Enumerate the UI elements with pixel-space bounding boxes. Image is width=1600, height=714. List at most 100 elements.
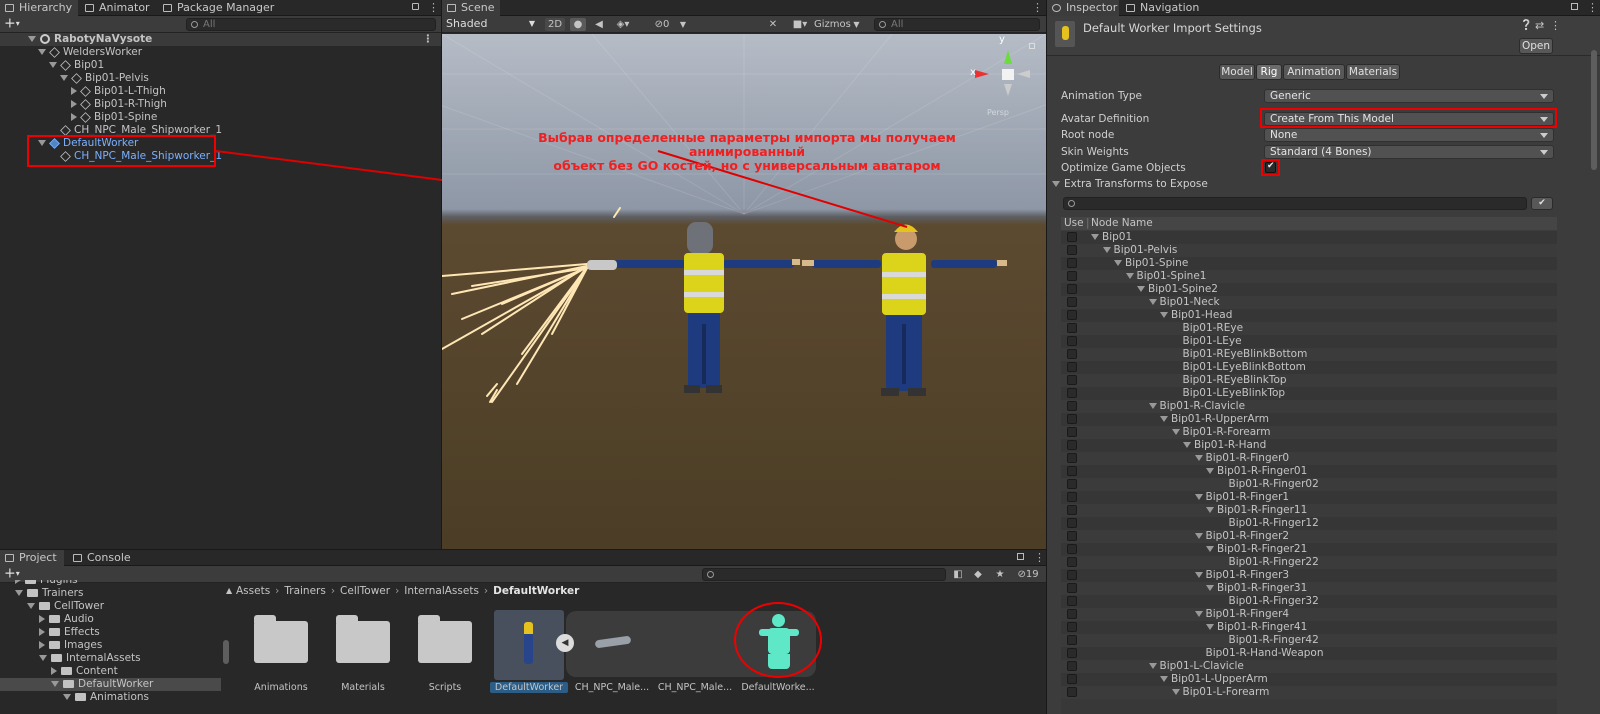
tab-model[interactable]: Model bbox=[1219, 64, 1255, 80]
collapsed-arrow-icon[interactable] bbox=[39, 641, 45, 649]
hidden-packages-toggle[interactable]: ⊘19 bbox=[1012, 568, 1044, 581]
effects-toggle-icon[interactable]: ◈▾ bbox=[612, 18, 634, 31]
hierarchy-row[interactable]: CH_NPC_Male_Shipworker_1 bbox=[0, 124, 441, 137]
scene-lock-icon[interactable] bbox=[1029, 43, 1035, 49]
asset-item[interactable]: DefaultWorker bbox=[490, 606, 574, 714]
folder-tree-item[interactable]: DefaultWorker bbox=[0, 678, 221, 691]
expand-arrow-icon[interactable] bbox=[60, 75, 68, 81]
use-checkbox[interactable] bbox=[1067, 401, 1077, 411]
breadcrumb-item[interactable]: InternalAssets bbox=[404, 585, 479, 597]
use-checkbox[interactable] bbox=[1067, 609, 1077, 619]
use-checkbox[interactable] bbox=[1067, 635, 1077, 645]
folder-tree-item[interactable]: CellTower bbox=[0, 600, 221, 613]
help-icon[interactable]: ❔ bbox=[1520, 20, 1532, 31]
shading-mode-dropdown[interactable]: Shaded ▼ bbox=[442, 16, 539, 32]
node-expand-arrow-icon[interactable] bbox=[1102, 247, 1111, 253]
breadcrumb-item[interactable]: CellTower bbox=[340, 585, 390, 597]
node-expand-arrow-icon[interactable] bbox=[1194, 494, 1203, 500]
node-expand-arrow-icon[interactable] bbox=[1206, 546, 1214, 552]
folder-tree-item[interactable]: Plugins bbox=[0, 580, 221, 587]
audio-toggle-icon[interactable]: ◀ bbox=[592, 18, 606, 31]
node-expand-arrow-icon[interactable] bbox=[1148, 663, 1157, 669]
use-checkbox[interactable] bbox=[1067, 544, 1077, 554]
use-checkbox[interactable] bbox=[1067, 336, 1077, 346]
use-checkbox[interactable] bbox=[1067, 674, 1077, 684]
animation-type-dropdown[interactable]: Generic bbox=[1264, 89, 1554, 103]
header-menu-icon[interactable]: ⋮ bbox=[1550, 19, 1561, 32]
project-lock-icon[interactable] bbox=[1017, 553, 1024, 560]
more-options-icon[interactable]: ⋮ bbox=[428, 1, 439, 14]
tab-navigation[interactable]: Navigation bbox=[1121, 0, 1207, 16]
lighting-toggle-icon[interactable]: ● bbox=[570, 18, 586, 31]
use-checkbox[interactable] bbox=[1067, 687, 1077, 697]
visibility-toggle[interactable]: ⊘0 bbox=[649, 18, 675, 31]
asset-item[interactable]: CH_NPC_Male... bbox=[575, 606, 657, 714]
node-expand-arrow-icon[interactable] bbox=[1206, 468, 1214, 474]
expand-arrow-icon[interactable] bbox=[51, 681, 59, 687]
hierarchy-row[interactable]: Bip01 bbox=[0, 59, 441, 72]
expand-arrow-icon[interactable] bbox=[38, 49, 46, 55]
hierarchy-row[interactable]: Bip01-Spine bbox=[0, 111, 441, 124]
node-expand-arrow-icon[interactable] bbox=[1194, 611, 1203, 617]
gizmos-dropdown[interactable]: Gizmos ▼ bbox=[814, 18, 868, 31]
scene-search-input[interactable]: All bbox=[874, 18, 1040, 31]
asset-item[interactable]: Materials bbox=[328, 606, 408, 714]
add-button[interactable]: +▾ bbox=[4, 16, 20, 32]
lock-icon[interactable] bbox=[412, 3, 419, 10]
node-expand-arrow-icon[interactable] bbox=[1194, 455, 1203, 461]
use-checkbox[interactable] bbox=[1067, 388, 1077, 398]
tools-icon[interactable]: ✕ bbox=[766, 18, 780, 31]
use-checkbox[interactable] bbox=[1067, 661, 1077, 671]
expand-arrow-icon[interactable] bbox=[49, 62, 57, 68]
tab-animator[interactable]: Animator bbox=[80, 0, 158, 16]
folder-tree-item[interactable]: Audio bbox=[0, 613, 221, 626]
tab-console[interactable]: Console bbox=[68, 550, 132, 566]
mode-2d-button[interactable]: 2D bbox=[545, 18, 565, 31]
node-expand-arrow-icon[interactable] bbox=[1171, 429, 1180, 435]
collapsed-arrow-icon[interactable] bbox=[71, 87, 77, 95]
node-expand-arrow-icon[interactable] bbox=[1206, 624, 1214, 630]
folder-tree-item[interactable]: Images bbox=[0, 639, 221, 652]
optimize-game-objects-checkbox[interactable]: ✔ bbox=[1265, 161, 1276, 173]
tree-scrollbar[interactable] bbox=[223, 640, 229, 664]
node-expand-arrow-icon[interactable] bbox=[1148, 403, 1157, 409]
transforms-search-input[interactable] bbox=[1063, 197, 1527, 210]
skin-weights-dropdown[interactable]: Standard (4 Bones) bbox=[1264, 145, 1554, 159]
use-checkbox[interactable] bbox=[1067, 570, 1077, 580]
use-checkbox[interactable] bbox=[1067, 505, 1077, 515]
favorites-icon[interactable]: ★ bbox=[994, 568, 1006, 581]
folder-tree-item[interactable]: Animations bbox=[0, 691, 221, 704]
folder-tree-item[interactable]: Content bbox=[0, 665, 221, 678]
hierarchy-row[interactable]: Bip01-L-Thigh bbox=[0, 85, 441, 98]
breadcrumb-item[interactable]: Assets bbox=[236, 585, 270, 597]
node-expand-arrow-icon[interactable] bbox=[1125, 273, 1134, 279]
asset-item[interactable]: CH_NPC_Male... bbox=[658, 606, 740, 714]
use-checkbox[interactable] bbox=[1067, 440, 1077, 450]
hierarchy-row[interactable]: Bip01-R-Thigh bbox=[0, 98, 441, 111]
tab-hierarchy[interactable]: Hierarchy bbox=[0, 0, 78, 16]
node-expand-arrow-icon[interactable] bbox=[1148, 299, 1157, 305]
expand-arrow-icon[interactable] bbox=[15, 590, 23, 596]
tab-package-manager[interactable]: Package Manager bbox=[158, 0, 274, 16]
use-checkbox[interactable] bbox=[1067, 492, 1077, 502]
tab-project[interactable]: Project bbox=[0, 550, 64, 566]
hierarchy-row[interactable]: Bip01-Pelvis bbox=[0, 72, 441, 85]
node-expand-arrow-icon[interactable] bbox=[1206, 585, 1214, 591]
use-checkbox[interactable] bbox=[1067, 479, 1077, 489]
use-checkbox[interactable] bbox=[1067, 362, 1077, 372]
collapsed-arrow-icon[interactable] bbox=[39, 615, 45, 623]
use-checkbox[interactable] bbox=[1067, 310, 1077, 320]
collapsed-arrow-icon[interactable] bbox=[51, 667, 57, 675]
visibility-dropdown-icon[interactable]: ▼ bbox=[677, 18, 689, 31]
project-search-input[interactable] bbox=[702, 568, 946, 581]
scene-row[interactable]: RabotyNaVysote ⋮ bbox=[0, 33, 441, 46]
transforms-search-apply-button[interactable]: ✔ bbox=[1531, 197, 1553, 210]
search-by-type-icon[interactable]: ◧ bbox=[952, 568, 964, 581]
inspector-more-icon[interactable]: ⋮ bbox=[1587, 1, 1598, 14]
breadcrumb-item[interactable]: DefaultWorker bbox=[493, 585, 579, 597]
search-by-label-icon[interactable]: ◆ bbox=[972, 568, 984, 581]
expand-arrow-icon[interactable] bbox=[38, 140, 46, 146]
persp-label[interactable]: Persp bbox=[987, 108, 1009, 117]
asset-item[interactable]: Animations bbox=[246, 606, 326, 714]
collapse-arrow-button[interactable]: ◀ bbox=[556, 634, 574, 652]
